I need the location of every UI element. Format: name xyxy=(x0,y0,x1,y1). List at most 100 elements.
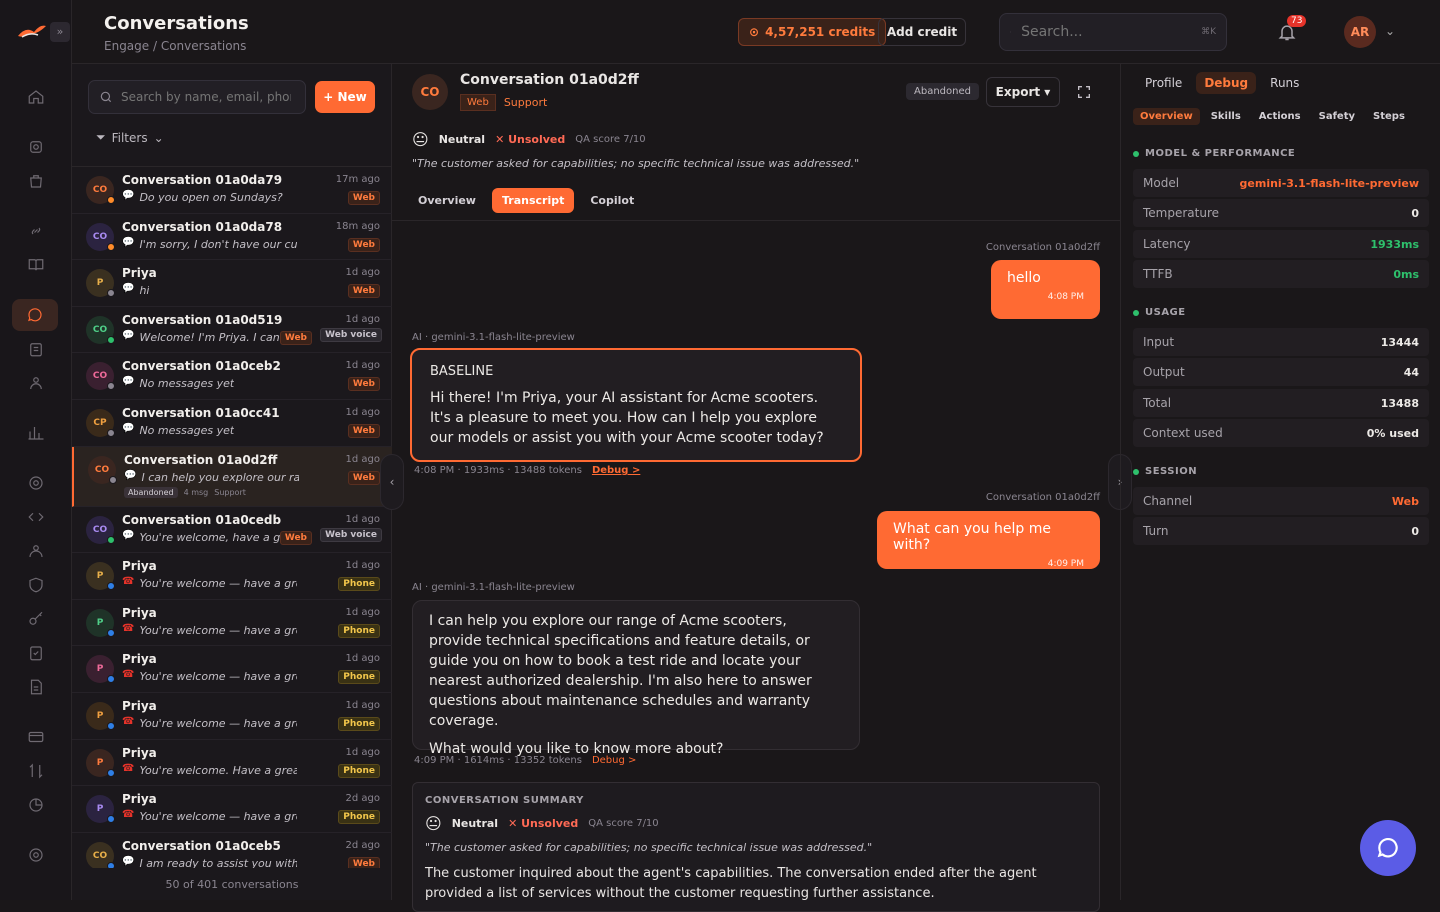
debug-link[interactable]: Debug > xyxy=(592,465,640,476)
clipboard-icon[interactable] xyxy=(24,337,48,361)
conversation-list-item[interactable]: CO Conversation 01a0da78 18m ago 💬 I'm s… xyxy=(72,214,392,261)
new-conversation-button[interactable]: + New xyxy=(315,81,375,113)
help-icon[interactable] xyxy=(24,843,48,867)
message-icon: 💬 xyxy=(122,236,135,248)
filter-icon: ⏷ xyxy=(96,130,106,144)
debug-link[interactable]: Debug > xyxy=(592,755,636,766)
tab-debug[interactable]: Debug xyxy=(1196,72,1257,94)
conversation-name: Conversation 01a0ceb5 xyxy=(122,838,281,853)
fullscreen-icon[interactable] xyxy=(1076,84,1092,100)
conversation-detail: CO Conversation 01a0d2ff Web Support Aba… xyxy=(392,64,1120,912)
neutral-face-icon: 😐 xyxy=(412,130,429,149)
tab-runs[interactable]: Runs xyxy=(1262,72,1307,94)
conversation-list-item[interactable]: CO Conversation 01a0cedb 1d ago 💬 You're… xyxy=(72,507,392,554)
conversation-list-item[interactable]: CO Conversation 01a0d2ff 1d ago 💬 I can … xyxy=(72,446,392,507)
conversation-time: 2d ago xyxy=(345,793,380,805)
conversations-icon[interactable] xyxy=(12,299,58,331)
conversation-list-item[interactable]: P Priya 1d ago ☎ You're welcome. Have a … xyxy=(72,740,392,787)
conversation-list-item[interactable]: P Priya 1d ago ☎ You're welcome — have a… xyxy=(72,646,392,693)
presence-dot xyxy=(107,815,115,824)
conversation-list-item[interactable]: P Priya 1d ago ☎ You're welcome — have a… xyxy=(72,600,392,647)
subtab-overview[interactable]: Overview xyxy=(1133,108,1200,125)
ai-message[interactable]: BASELINE Hi there! I'm Priya, your AI as… xyxy=(410,348,862,462)
team-label[interactable]: Support xyxy=(504,96,547,109)
ai-message-text: I can help you explore our range of Acme… xyxy=(429,613,812,729)
subtab-safety[interactable]: Safety xyxy=(1312,108,1362,125)
conversation-list-item[interactable]: P Priya 2d ago ☎ You're welcome — have a… xyxy=(72,786,392,833)
kv-key: Output xyxy=(1143,365,1185,379)
kv-temperature: Temperature 0 xyxy=(1133,199,1429,227)
channel-tag: Web xyxy=(347,284,380,299)
conversation-list-item[interactable]: CO Conversation 01a0ceb5 2d ago 💬 I am r… xyxy=(72,833,392,868)
global-search-input[interactable] xyxy=(1021,24,1192,40)
kv-key: Turn xyxy=(1143,524,1169,538)
conversation-list-item[interactable]: CO Conversation 01a0ceb2 1d ago 💬 No mes… xyxy=(72,353,392,400)
code-icon[interactable] xyxy=(24,505,48,529)
book-icon[interactable] xyxy=(24,253,48,277)
user-menu-chevron-icon[interactable]: ⌄ xyxy=(1385,24,1395,38)
last-message: Do you open on Sundays? xyxy=(139,191,283,204)
billing-icon[interactable] xyxy=(24,725,48,749)
last-message: I can help you explore our range of ... xyxy=(141,470,300,484)
phone-icon: ☎ xyxy=(122,809,135,821)
kv-model: Model gemini-3.1-flash-lite-preview xyxy=(1133,169,1429,197)
tab-profile[interactable]: Profile xyxy=(1137,72,1190,94)
team-icon[interactable] xyxy=(24,539,48,563)
subtab-actions[interactable]: Actions xyxy=(1252,108,1308,125)
phone-icon: ☎ xyxy=(122,715,135,727)
kv-key: Temperature xyxy=(1143,206,1220,220)
subtab-skills[interactable]: Skills xyxy=(1204,108,1248,125)
add-credit-button[interactable]: Add credit xyxy=(878,18,966,46)
list-footer: 50 of 401 conversations xyxy=(165,878,299,891)
export-button[interactable]: Export ▾ xyxy=(986,77,1060,107)
conversation-list-item[interactable]: P Priya 1d ago ☎ You're welcome — have a… xyxy=(72,693,392,740)
phone-icon: ☎ xyxy=(122,669,135,681)
tab-overview[interactable]: Overview xyxy=(408,188,486,213)
channel-tag: Web xyxy=(347,423,380,438)
contacts-icon[interactable] xyxy=(24,371,48,395)
conversation-list-item[interactable]: P Priya 1d ago 💬 hi Web xyxy=(72,260,392,307)
user-avatar[interactable]: AR xyxy=(1344,16,1376,48)
list-search[interactable] xyxy=(88,80,306,114)
status-badge: Abandoned xyxy=(906,83,979,100)
shield-icon[interactable] xyxy=(24,573,48,597)
kv-key: Latency xyxy=(1143,237,1191,251)
home-icon[interactable] xyxy=(24,85,48,109)
ai-message[interactable]: I can help you explore our range of Acme… xyxy=(412,600,860,757)
transfer-icon[interactable] xyxy=(24,759,48,783)
bag-icon[interactable] xyxy=(24,169,48,193)
presence-dot xyxy=(109,475,117,484)
conversation-list-item[interactable]: CP Conversation 01a0cc41 1d ago 💬 No mes… xyxy=(72,400,392,447)
session-section-label: SESSION xyxy=(1145,466,1198,477)
kv-channel: Channel Web xyxy=(1133,487,1429,515)
channel-tag: Web xyxy=(347,377,380,392)
credits-badge[interactable]: ⊙ 4,57,251 credits xyxy=(738,18,887,46)
subtab-steps[interactable]: Steps xyxy=(1366,108,1412,125)
page-title: Conversations xyxy=(104,13,249,34)
checklist-icon[interactable] xyxy=(24,641,48,665)
conversation-time: 1d ago xyxy=(345,360,380,372)
link-icon[interactable] xyxy=(24,219,48,243)
conversation-list-item[interactable]: CO Conversation 01a0d519 1d ago 💬 Welcom… xyxy=(72,307,392,354)
analytics-icon[interactable] xyxy=(24,421,48,445)
notifications-button[interactable]: 73 xyxy=(1277,15,1307,46)
chat-support-button[interactable] xyxy=(1360,820,1416,876)
key-icon[interactable] xyxy=(24,607,48,631)
brand-logo[interactable] xyxy=(16,20,48,42)
agent-icon[interactable] xyxy=(24,135,48,159)
list-search-input[interactable] xyxy=(121,90,291,104)
expand-sidebar-icon[interactable]: » xyxy=(50,22,70,42)
global-search[interactable]: ⌘K xyxy=(999,13,1227,51)
phone-icon: ☎ xyxy=(122,622,135,634)
tab-copilot[interactable]: Copilot xyxy=(580,188,644,213)
document-icon[interactable] xyxy=(24,675,48,699)
conversation-list-item[interactable]: CO Conversation 01a0da79 17m ago 💬 Do yo… xyxy=(72,167,392,214)
usage-icon[interactable] xyxy=(24,793,48,817)
conversation-list-item[interactable]: P Priya 1d ago ☎ You're welcome — have a… xyxy=(72,553,392,600)
last-message: You're welcome — have a great day! xyxy=(139,716,297,730)
filters-button[interactable]: ⏷ Filters ⌄ xyxy=(96,130,164,145)
last-message: You're welcome — have a great day! xyxy=(139,577,297,591)
tab-transcript[interactable]: Transcript xyxy=(491,188,575,213)
settings-icon[interactable] xyxy=(24,471,48,495)
search-icon xyxy=(100,91,112,103)
